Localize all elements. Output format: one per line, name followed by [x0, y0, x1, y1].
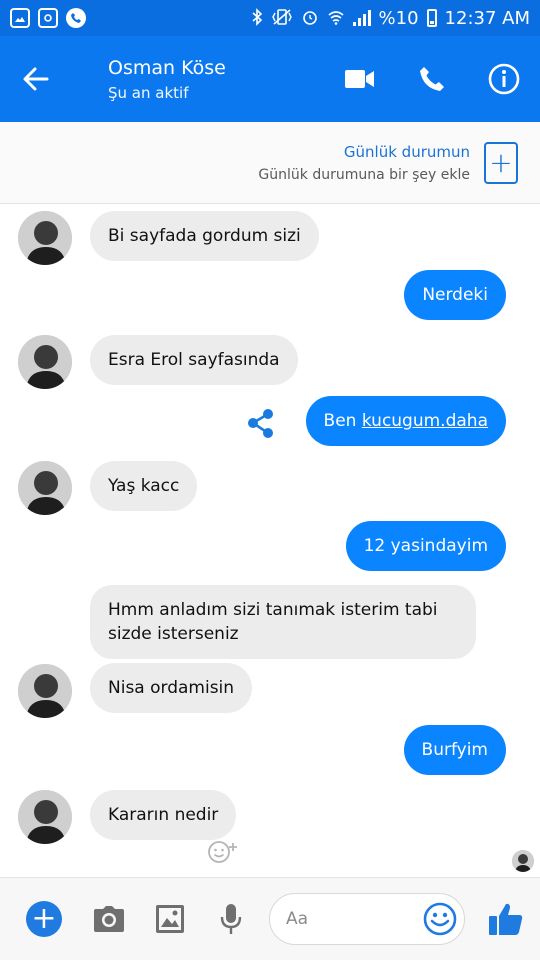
message-row: Ben kucugum.daha: [0, 396, 540, 450]
message-input-container: [269, 893, 465, 945]
gallery-button[interactable]: [139, 904, 200, 934]
like-button[interactable]: [481, 894, 531, 944]
info-icon: [488, 63, 520, 95]
story-text: Günlük durumun Günlük durumuna bir şey e…: [258, 143, 470, 183]
seen-avatar: [512, 850, 534, 872]
message-row: Nerdeki: [0, 270, 540, 324]
camera-icon: [93, 906, 124, 932]
avatar[interactable]: [18, 461, 72, 515]
message-row: 12 yasindayim: [0, 521, 540, 575]
emoji-plus-icon: [208, 841, 237, 863]
message-row: Yaş kacc: [0, 458, 540, 518]
message-input[interactable]: [286, 909, 422, 929]
avatar[interactable]: [18, 211, 72, 265]
outgoing-message[interactable]: Burfyim: [403, 725, 506, 775]
back-button[interactable]: [0, 36, 72, 122]
contact-name: Osman Köse: [108, 56, 226, 79]
story-subtitle: Günlük durumuna bir şey ekle: [258, 166, 470, 183]
gallery-icon: [10, 8, 30, 28]
contact-info[interactable]: Osman Köse Şu an aktif: [72, 57, 324, 102]
header-actions: [324, 36, 540, 122]
message-row: Burfyim: [0, 725, 540, 779]
arrow-left-icon: [23, 67, 49, 91]
emoji-button[interactable]: [422, 901, 458, 937]
message-row: Esra Erol sayfasında: [0, 332, 540, 392]
message-text: Ben: [323, 411, 362, 431]
share-button[interactable]: [244, 406, 278, 440]
phone-icon: [420, 67, 444, 91]
wifi-icon: [327, 8, 345, 29]
microphone-icon: [220, 904, 241, 934]
incoming-message[interactable]: Yaş kacc: [90, 461, 198, 511]
phone-call-icon: [66, 8, 86, 28]
story-strip[interactable]: Günlük durumun Günlük durumuna bir şey e…: [0, 122, 540, 204]
message-row: Nisa ordamisin: [0, 661, 540, 721]
image-icon: [155, 905, 184, 933]
message-row: Bi sayfada gordum sizi: [0, 208, 540, 268]
active-status: Şu an aktif: [108, 83, 189, 102]
incoming-message[interactable]: Kararın nedir: [90, 790, 237, 840]
incoming-message[interactable]: Esra Erol sayfasında: [90, 335, 298, 385]
message-row: Hmm anladım sizi tanımak isterim tabi si…: [0, 585, 540, 659]
message-row: Kararın nedir: [0, 787, 540, 877]
voice-message-button[interactable]: [200, 903, 261, 935]
more-options-button[interactable]: +: [26, 901, 62, 937]
status-bar: %10 12:37 AM: [0, 0, 540, 36]
share-icon: [248, 409, 273, 438]
video-call-button[interactable]: [324, 36, 396, 122]
camera-button[interactable]: [78, 905, 139, 933]
battery-percent: %10: [378, 7, 419, 29]
instagram-icon: [38, 8, 58, 28]
incoming-message[interactable]: Bi sayfada gordum sizi: [90, 211, 319, 261]
outgoing-message[interactable]: Nerdeki: [404, 270, 506, 320]
avatar[interactable]: [18, 335, 72, 389]
info-button[interactable]: [468, 36, 540, 122]
voice-call-button[interactable]: [396, 36, 468, 122]
alarm-icon: [301, 8, 319, 29]
add-story-button[interactable]: +: [484, 141, 518, 184]
bluetooth-icon: [251, 7, 263, 29]
add-reaction-button[interactable]: [206, 839, 244, 865]
vibrate-icon: [271, 8, 293, 29]
thumbs-up-icon: [489, 903, 523, 935]
outgoing-message[interactable]: 12 yasindayim: [345, 521, 506, 571]
status-right-icons: %10 12:37 AM: [251, 8, 530, 29]
composer-bar: +: [0, 877, 540, 960]
message-list: Bi sayfada gordum sizi Nerdeki Esra Erol…: [0, 205, 540, 877]
battery-icon: [426, 9, 437, 27]
signal-icon: [352, 10, 371, 26]
video-camera-icon: [345, 70, 374, 88]
message-link[interactable]: kucugum.daha: [362, 411, 488, 431]
story-title: Günlük durumun: [343, 142, 470, 161]
incoming-message[interactable]: Nisa ordamisin: [90, 663, 253, 713]
avatar[interactable]: [18, 664, 72, 718]
smiley-icon: [423, 902, 457, 936]
outgoing-link-message[interactable]: Ben kucugum.daha: [305, 396, 506, 446]
clock: 12:37 AM: [444, 7, 530, 29]
avatar[interactable]: [18, 790, 72, 844]
status-left-icons: [10, 8, 86, 28]
incoming-message[interactable]: Hmm anladım sizi tanımak isterim tabi si…: [90, 585, 476, 659]
conversation-header: Osman Köse Şu an aktif: [0, 36, 540, 122]
